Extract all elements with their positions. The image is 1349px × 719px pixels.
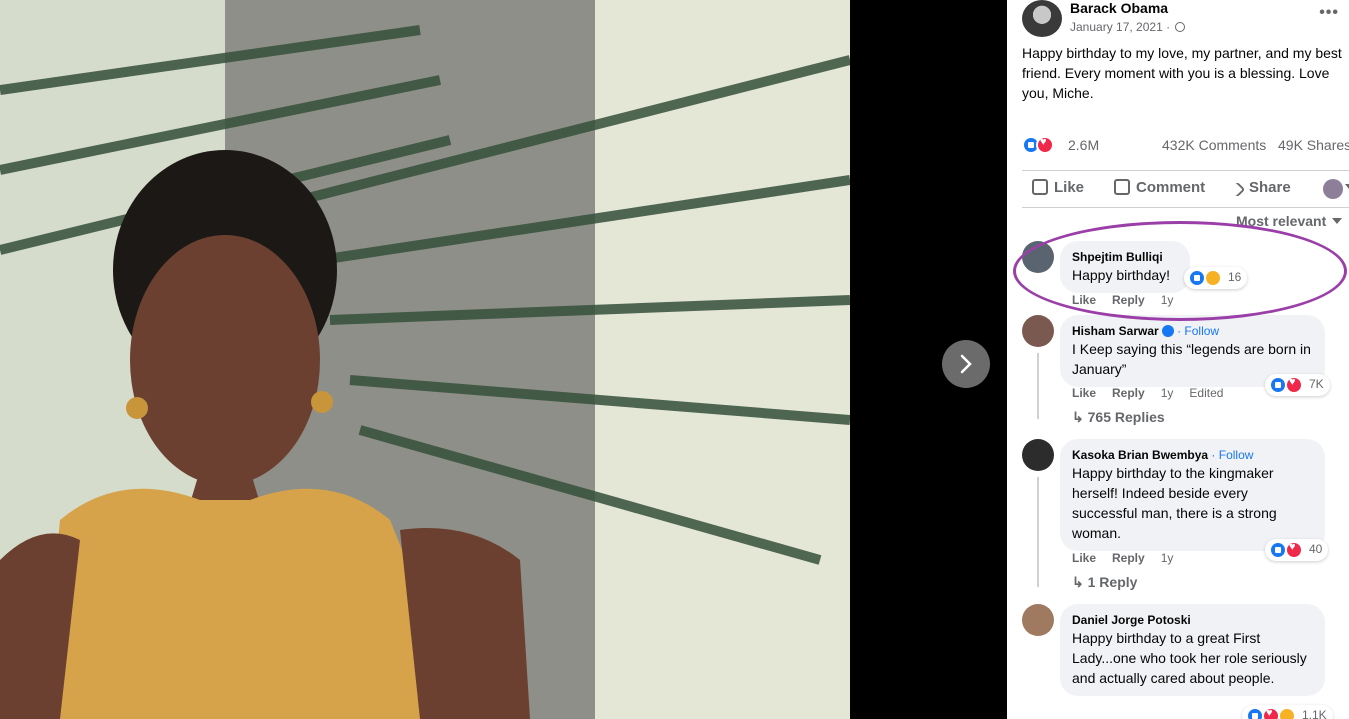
comment-like-button[interactable]: Like	[1072, 293, 1096, 307]
haha-reaction-icon	[1204, 269, 1222, 287]
view-replies-link[interactable]: ↳ 765 Replies	[1072, 409, 1165, 426]
commenter-name[interactable]: Daniel Jorge Potoski	[1072, 612, 1313, 628]
comment-icon	[1114, 179, 1130, 195]
view-replies-link[interactable]: ↳ 1 Reply	[1072, 574, 1137, 591]
love-reaction-icon	[1285, 541, 1303, 559]
commenter-name-row: Kasoka Brian Bwembya · Follow	[1072, 447, 1313, 463]
comment-actions: Like Reply 1y	[1072, 551, 1189, 565]
author-name[interactable]: Barack Obama	[1070, 0, 1168, 16]
comment-count[interactable]: 432K Comments	[1162, 137, 1266, 153]
avatar[interactable]	[1022, 315, 1054, 347]
commenter-name[interactable]: Hisham Sarwar	[1072, 324, 1159, 338]
sort-dropdown[interactable]: Most relevant	[1236, 213, 1343, 229]
comment-reaction-count: 7K	[1309, 377, 1324, 391]
post-action-bar: Like Comment Share	[1022, 170, 1349, 204]
chevron-down-icon	[1332, 218, 1343, 224]
post-date[interactable]: January 17, 2021 ·	[1070, 20, 1186, 34]
post-photo	[0, 0, 850, 719]
comment-like-button[interactable]: Like	[1072, 386, 1096, 400]
avatar[interactable]	[1022, 241, 1054, 273]
like-icon	[1032, 179, 1048, 195]
avatar[interactable]	[1022, 0, 1062, 37]
comment-bubble: Daniel Jorge Potoski Happy birthday to a…	[1060, 604, 1325, 696]
comment-reaction-count: 16	[1228, 270, 1242, 284]
reaction-count[interactable]: 2.6M	[1068, 137, 1099, 153]
follow-link[interactable]: · Follow	[1211, 448, 1253, 462]
thread-line	[1037, 477, 1039, 587]
reactions-summary: 2.6M 432K Comments 49K Shares	[1022, 134, 1349, 156]
comment-actions: Like Reply 1y Edited	[1072, 386, 1239, 400]
chevron-right-icon	[960, 354, 972, 374]
comment-reactions[interactable]: 7K	[1265, 374, 1330, 396]
love-reaction-icon	[1285, 376, 1303, 394]
comment-button[interactable]: Comment	[1114, 179, 1205, 196]
love-reaction-icon	[1036, 136, 1054, 154]
comment-reply-button[interactable]: Reply	[1112, 293, 1145, 307]
comment-time[interactable]: 1y	[1161, 293, 1174, 307]
share-button-label: Share	[1249, 179, 1291, 196]
comment-actions: Like Reply 1y	[1072, 293, 1189, 307]
commenter-name[interactable]: Kasoka Brian Bwembya	[1072, 448, 1208, 462]
commenter-name-row: Hisham Sarwar · Follow	[1072, 323, 1313, 339]
comment-text: I Keep saying this “legends are born in …	[1072, 341, 1311, 377]
replies-label: 1 Reply	[1087, 574, 1138, 590]
comment-bubble: Shpejtim Bulliqi Happy birthday!	[1060, 241, 1190, 293]
follow-link[interactable]: · Follow	[1177, 324, 1219, 338]
thread-line	[1037, 353, 1039, 419]
sort-label: Most relevant	[1236, 213, 1327, 229]
like-button-label: Like	[1054, 179, 1085, 196]
chevron-down-icon[interactable]	[1345, 184, 1349, 189]
comment-text: Happy birthday to the kingmaker herself!…	[1072, 465, 1277, 541]
post-text: Happy birthday to my love, my partner, a…	[1022, 45, 1342, 101]
post-date-text[interactable]: January 17, 2021 ·	[1070, 20, 1170, 34]
comment-text: Happy birthday!	[1072, 267, 1171, 283]
share-button[interactable]: Share	[1229, 179, 1291, 198]
comment-reactions[interactable]: 1.1K	[1242, 705, 1333, 719]
comment-bubble: Kasoka Brian Bwembya · Follow Happy birt…	[1060, 439, 1325, 551]
comment-reaction-count: 1.1K	[1302, 708, 1327, 719]
haha-reaction-icon	[1278, 707, 1296, 719]
comment-text: Happy birthday to a great First Lady...o…	[1072, 630, 1307, 686]
comment-time[interactable]: 1y	[1161, 386, 1174, 400]
more-icon[interactable]: •••	[1319, 4, 1339, 22]
share-count[interactable]: 49K Shares	[1278, 137, 1349, 153]
comment-button-label: Comment	[1136, 179, 1206, 196]
post-header: Barack Obama January 17, 2021 · •••	[1022, 0, 1347, 40]
comment-reactions[interactable]: 40	[1265, 539, 1329, 561]
comment-reply-button[interactable]: Reply	[1112, 386, 1145, 400]
verified-icon	[1161, 325, 1174, 337]
share-icon	[1229, 181, 1246, 198]
commenter-name[interactable]: Shpejtim Bulliqi	[1072, 249, 1178, 265]
avatar[interactable]	[1022, 604, 1054, 636]
divider	[1022, 207, 1349, 208]
comment-time[interactable]: 1y	[1161, 551, 1174, 565]
post-panel: Barack Obama January 17, 2021 · ••• Happ…	[1007, 0, 1349, 719]
comment-reactions[interactable]: 16	[1184, 267, 1248, 289]
comment-reply-button[interactable]: Reply	[1112, 551, 1145, 565]
globe-icon	[1175, 22, 1186, 32]
actor-selector-avatar[interactable]	[1323, 179, 1343, 199]
avatar[interactable]	[1022, 439, 1054, 471]
next-photo-button[interactable]	[942, 340, 990, 388]
comment-like-button[interactable]: Like	[1072, 551, 1096, 565]
like-button[interactable]: Like	[1032, 179, 1084, 196]
edited-label: Edited	[1189, 386, 1224, 400]
reaction-icons[interactable]	[1022, 136, 1060, 154]
comment-reaction-count: 40	[1309, 542, 1323, 556]
replies-label: 765 Replies	[1087, 409, 1165, 425]
photo-image	[0, 0, 850, 719]
